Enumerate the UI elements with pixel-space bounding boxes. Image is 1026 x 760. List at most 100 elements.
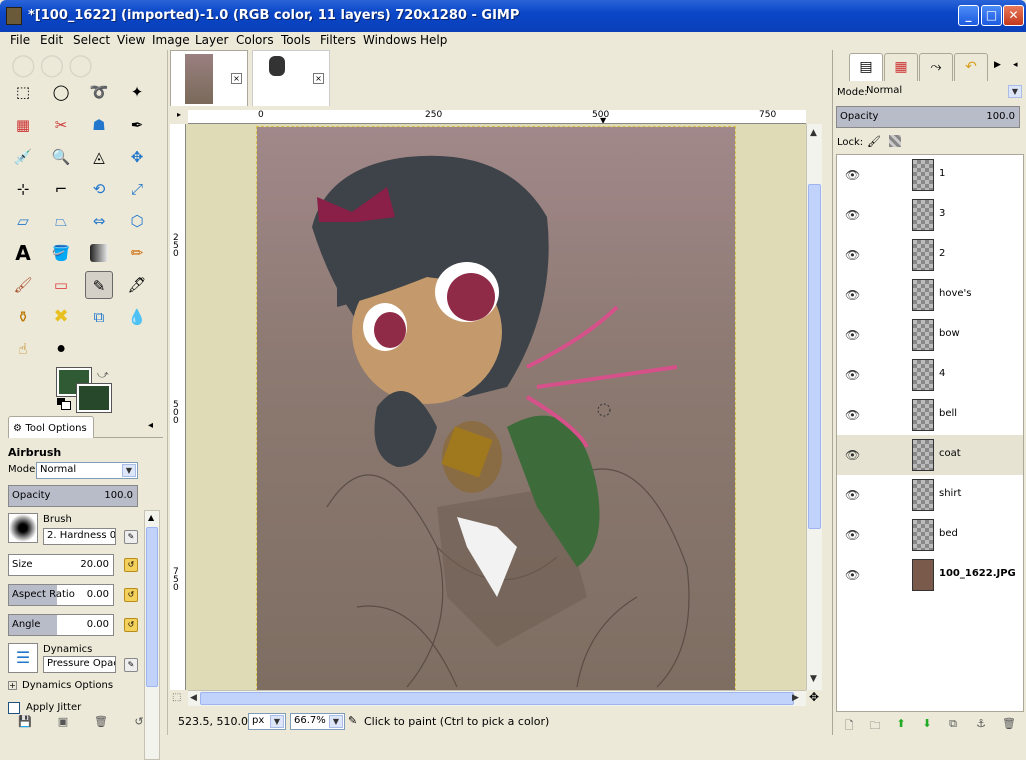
menu-layer[interactable]: Layer xyxy=(195,33,228,47)
reset-options-icon[interactable]: ↺ xyxy=(131,715,147,731)
tab-tool-options[interactable]: ⚙ Tool Options xyxy=(8,416,94,439)
horizontal-scroll-thumb[interactable] xyxy=(200,692,794,705)
maximize-button[interactable]: □ xyxy=(981,5,1002,26)
default-colors-icon[interactable] xyxy=(57,398,71,410)
menu-tools[interactable]: Tools xyxy=(281,33,311,47)
lower-layer-icon[interactable]: ⬇ xyxy=(919,717,935,733)
menu-edit[interactable]: Edit xyxy=(40,33,63,47)
layer-row[interactable]: 👁 2 xyxy=(837,235,1023,275)
shear-icon[interactable]: ▱ xyxy=(9,207,37,235)
vertical-scrollbar[interactable]: ▲ ▼ xyxy=(806,124,822,690)
lock-alpha-icon[interactable] xyxy=(889,135,901,147)
layer-row[interactable]: 👁 100_1622.JPG xyxy=(837,555,1023,595)
menu-help[interactable]: Help xyxy=(420,33,447,47)
save-options-icon[interactable]: 💾 xyxy=(17,715,33,731)
scroll-down-icon[interactable]: ▼ xyxy=(810,674,817,684)
tab-layers[interactable]: ▤ xyxy=(849,53,883,81)
airbrush-icon[interactable]: ✎ xyxy=(85,271,113,299)
mode-select[interactable]: Normal ▼ xyxy=(36,462,138,479)
eye-icon[interactable]: 👁 xyxy=(845,368,860,382)
layer-mode-select[interactable]: Normal ▼ xyxy=(833,84,1023,101)
eye-icon[interactable]: 👁 xyxy=(845,288,860,302)
layer-row[interactable]: 👁 hove's xyxy=(837,275,1023,315)
scroll-left-icon[interactable]: ◀ xyxy=(190,693,197,703)
ellipse-select-icon[interactable]: ◯ xyxy=(47,78,75,106)
layer-row[interactable]: 👁 bell xyxy=(837,395,1023,435)
eye-icon[interactable]: 👁 xyxy=(845,328,860,342)
reset-aspect-icon[interactable]: ↺ xyxy=(124,588,138,602)
unit-select[interactable]: px ▼ xyxy=(248,713,286,730)
duplicate-layer-icon[interactable]: ⧉ xyxy=(945,717,961,733)
blend-icon[interactable] xyxy=(90,244,108,262)
eye-icon[interactable]: 👁 xyxy=(845,488,860,502)
smudge-icon[interactable]: ☝ xyxy=(9,335,37,363)
pencil-icon[interactable]: ✏ xyxy=(123,239,151,267)
brush-field[interactable]: 2. Hardness 050 xyxy=(43,528,116,545)
menu-file[interactable]: File xyxy=(10,33,30,47)
canvas-area[interactable] xyxy=(186,124,806,690)
move-icon[interactable]: ✥ xyxy=(123,143,151,171)
new-layer-icon[interactable]: 🗋 xyxy=(841,717,857,733)
angle-slider[interactable]: Angle 0.00 xyxy=(8,614,114,636)
dynamics-field[interactable]: Pressure Opacit xyxy=(43,656,116,673)
foreground-select-icon[interactable]: ☗ xyxy=(85,111,113,139)
eye-icon[interactable]: 👁 xyxy=(845,208,860,222)
menu-image[interactable]: Image xyxy=(152,33,190,47)
layer-opacity-slider[interactable]: Opacity 100.0 xyxy=(836,106,1020,128)
layer-row[interactable]: 👁 4 xyxy=(837,355,1023,395)
scroll-right-icon[interactable]: ▶ xyxy=(792,693,799,703)
scroll-up-icon[interactable]: ▲ xyxy=(148,513,154,522)
zoom-select[interactable]: 66.7% ▼ xyxy=(290,713,345,730)
vertical-scroll-thumb[interactable] xyxy=(808,184,821,529)
minimize-button[interactable]: _ xyxy=(958,5,979,26)
select-by-color-icon[interactable]: ▦ xyxy=(9,111,37,139)
tool-options-scroll-thumb[interactable] xyxy=(146,527,158,687)
crop-icon[interactable]: ⌐ xyxy=(47,175,75,203)
tab-scroll-right-icon[interactable]: ▶ xyxy=(994,60,1001,70)
menu-colors[interactable]: Colors xyxy=(236,33,274,47)
navigate-icon[interactable]: ✥ xyxy=(806,690,822,706)
image-tab-1[interactable]: × xyxy=(170,50,248,106)
layer-row[interactable]: 👁 bow xyxy=(837,315,1023,355)
ruler-corner[interactable]: ▸ xyxy=(170,110,188,124)
layer-row[interactable]: 👁 3 xyxy=(837,195,1023,235)
opacity-slider[interactable]: Opacity 100.0 xyxy=(8,485,138,507)
menu-filters[interactable]: Filters xyxy=(320,33,356,47)
image-tab-2[interactable]: × xyxy=(252,50,330,106)
eye-icon[interactable]: 👁 xyxy=(845,448,860,462)
dynamics-icon[interactable]: ☰ xyxy=(8,643,38,673)
ruler-horizontal[interactable]: 0 250 500 750 ▼ xyxy=(188,110,806,124)
panel-menu-icon[interactable]: ◂ xyxy=(148,420,153,431)
paths-icon[interactable]: ✒ xyxy=(123,111,151,139)
bucket-fill-icon[interactable]: 🪣 xyxy=(47,239,75,267)
menu-view[interactable]: View xyxy=(117,33,145,47)
quick-mask-icon[interactable]: ⬚ xyxy=(172,692,181,703)
scroll-up-icon[interactable]: ▲ xyxy=(810,128,817,138)
text-icon[interactable]: A xyxy=(9,239,37,267)
menu-select[interactable]: Select xyxy=(73,33,110,47)
rect-select-icon[interactable]: ⬚ xyxy=(9,78,37,106)
measure-icon[interactable]: ◬ xyxy=(85,143,113,171)
raise-layer-icon[interactable]: ⬆ xyxy=(893,717,909,733)
align-icon[interactable]: ⊹ xyxy=(9,175,37,203)
menu-windows[interactable]: Windows xyxy=(363,33,417,47)
edit-dynamics-icon[interactable]: ✎ xyxy=(124,658,138,672)
new-layer-group-icon[interactable]: 🗀 xyxy=(867,717,883,733)
scissors-icon[interactable]: ✂ xyxy=(47,111,75,139)
layer-row[interactable]: 👁 bed xyxy=(837,515,1023,555)
scale-icon[interactable]: ⤢ xyxy=(123,175,151,203)
heal-icon[interactable]: ✖ xyxy=(47,303,75,331)
rotate-icon[interactable]: ⟲ xyxy=(85,175,113,203)
tab-channels[interactable]: ▦ xyxy=(884,53,918,81)
gimp-app-icon[interactable] xyxy=(6,7,22,25)
close-button[interactable]: ✕ xyxy=(1003,5,1024,26)
perspective-clone-icon[interactable]: ⧉ xyxy=(85,303,113,331)
close-tab-icon[interactable]: × xyxy=(313,73,324,84)
free-select-icon[interactable]: ➰ xyxy=(85,78,113,106)
aspect-ratio-slider[interactable]: Aspect Ratio 0.00 xyxy=(8,584,114,606)
brush-preview[interactable] xyxy=(8,513,38,543)
background-color-swatch[interactable] xyxy=(76,383,112,413)
reset-angle-icon[interactable]: ↺ xyxy=(124,618,138,632)
panel-menu-icon[interactable]: ◂ xyxy=(1013,60,1018,70)
paintbrush-icon[interactable]: 🖌 xyxy=(9,271,37,299)
